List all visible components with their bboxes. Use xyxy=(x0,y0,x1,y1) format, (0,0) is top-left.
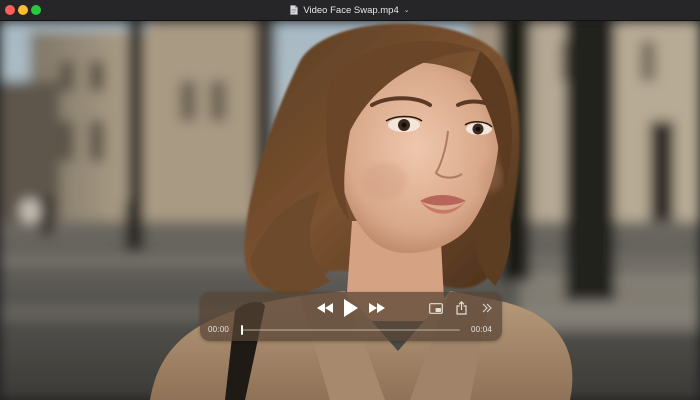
player-controls: 00:00 00:04 xyxy=(200,292,502,341)
rewind-icon[interactable] xyxy=(314,301,336,315)
total-duration: 00:04 xyxy=(470,325,492,334)
share-icon[interactable] xyxy=(455,300,467,316)
title-bar[interactable]: Video Face Swap.mp4 ⌄ xyxy=(0,0,700,21)
fast-forward-icon[interactable] xyxy=(366,301,388,315)
video-frame[interactable] xyxy=(0,21,700,400)
picture-in-picture-icon[interactable] xyxy=(428,302,444,314)
quicktime-window: Video Face Swap.mp4 ⌄ 00:00 00:04 xyxy=(0,0,700,400)
current-time: 00:00 xyxy=(208,325,230,334)
play-icon[interactable] xyxy=(341,297,361,319)
window-title: Video Face Swap.mp4 xyxy=(303,4,399,16)
playhead-handle[interactable] xyxy=(241,325,243,335)
window-title-group[interactable]: Video Face Swap.mp4 ⌄ xyxy=(0,0,700,20)
document-icon xyxy=(290,5,299,15)
video-image xyxy=(0,21,700,400)
playback-scrubber[interactable] xyxy=(241,325,460,335)
more-chevrons-icon[interactable] xyxy=(481,302,493,314)
chevron-down-icon[interactable]: ⌄ xyxy=(404,6,410,14)
